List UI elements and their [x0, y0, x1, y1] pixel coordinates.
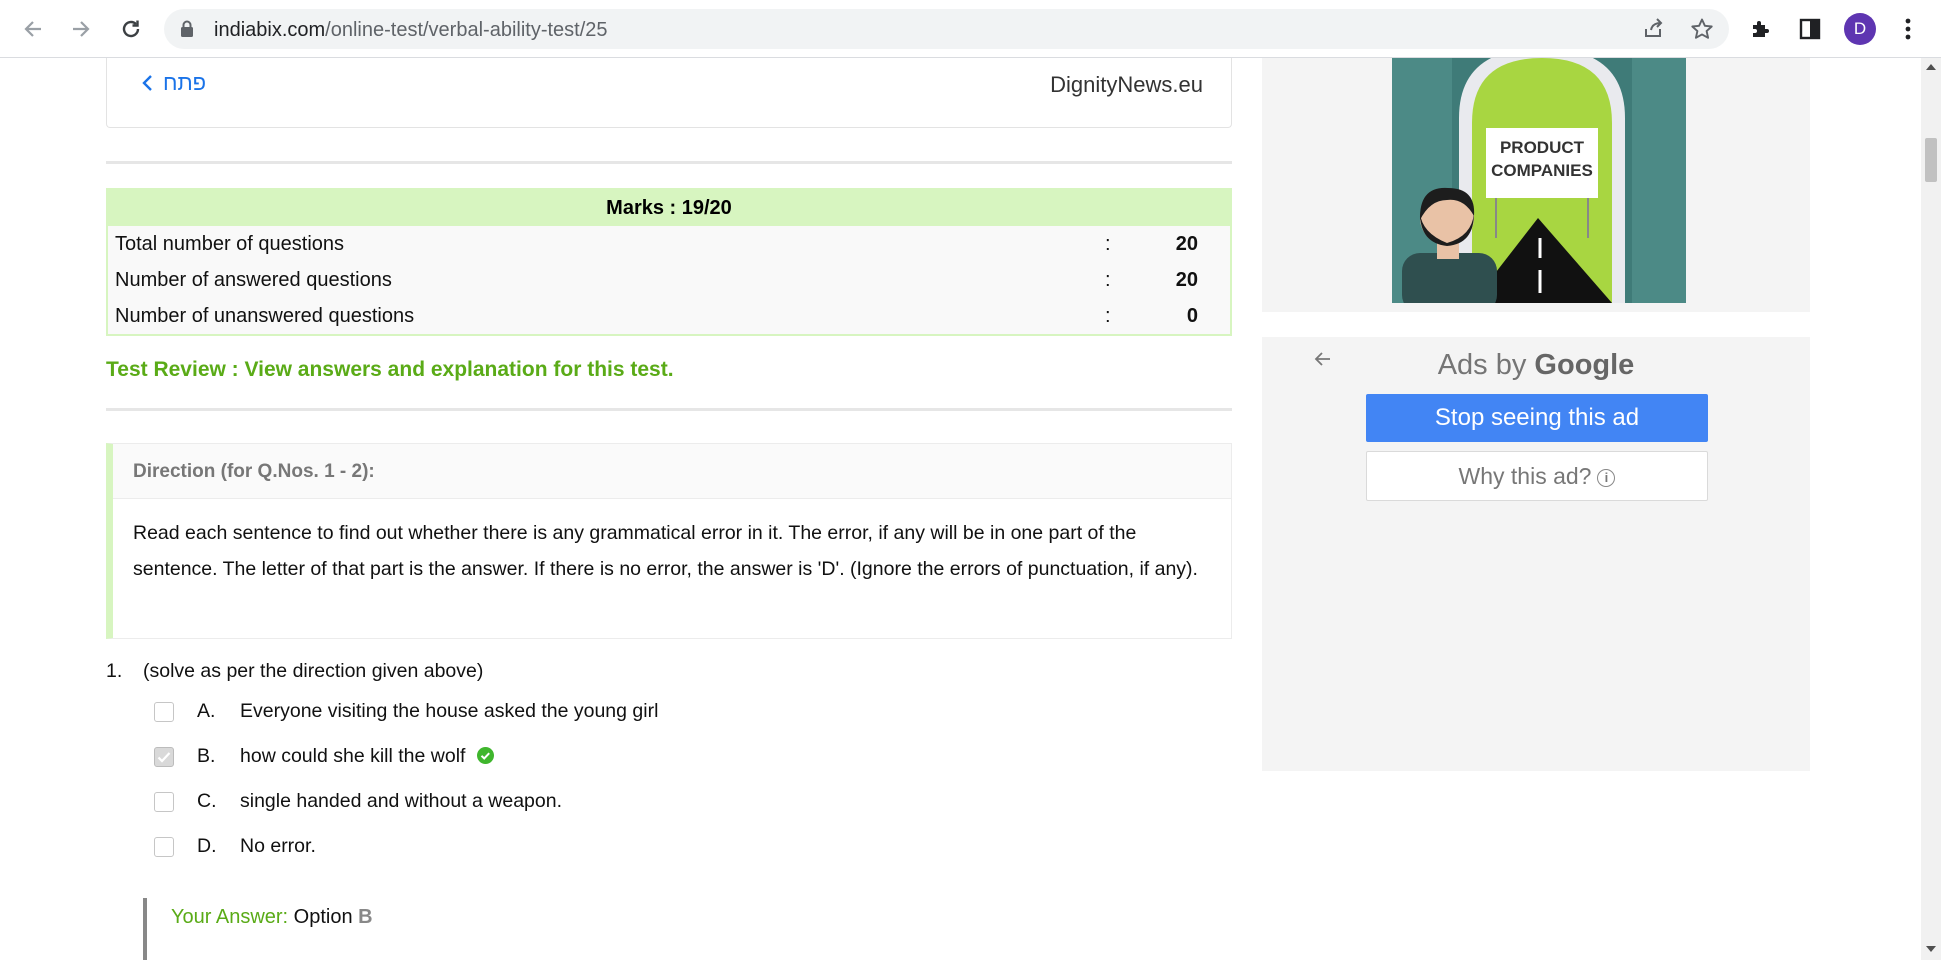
ad-image-text-2: COMPANIES: [1491, 161, 1593, 180]
back-arrow-icon: [24, 21, 41, 37]
divider: [106, 161, 1232, 164]
marks-heading: Marks : 19/20: [108, 190, 1230, 226]
browser-menu-button[interactable]: [1893, 14, 1923, 44]
your-answer-option: B: [358, 906, 373, 928]
ad-brand[interactable]: DignityNews.eu: [1050, 72, 1203, 98]
browser-toolbar: indiabix.com/online-test/verbal-ability-…: [0, 0, 1941, 58]
stop-seeing-ad-button[interactable]: Stop seeing this ad: [1366, 394, 1708, 442]
option-checkbox-checked[interactable]: [154, 747, 174, 767]
ads-by-google-label: Ads by Google: [1262, 349, 1810, 382]
lock-icon: [180, 20, 194, 43]
page-scrollbar[interactable]: [1921, 58, 1941, 960]
marks-row-colon: :: [1105, 269, 1111, 291]
correct-check-icon: [477, 747, 495, 764]
marks-row-colon: :: [1105, 233, 1111, 255]
marks-summary-table: Marks : 19/20 Total number of questions …: [106, 188, 1232, 336]
scroll-up-arrow-icon[interactable]: [1926, 64, 1936, 70]
checkmark-icon: [157, 752, 171, 763]
back-button[interactable]: [16, 12, 50, 46]
marks-row-label: Number of answered questions: [115, 269, 392, 291]
option-letter: D.: [197, 835, 217, 857]
marks-row-label: Total number of questions: [115, 233, 345, 255]
test-review-link[interactable]: Test Review : View answers and explanati…: [106, 358, 674, 382]
marks-row-value: 20: [1175, 269, 1198, 291]
reload-button[interactable]: [114, 12, 148, 46]
ad-image[interactable]: PRODUCT COMPANIES: [1392, 58, 1686, 303]
your-answer-value: Option: [293, 906, 353, 928]
marks-row-value: 20: [1175, 233, 1198, 255]
profile-avatar[interactable]: D: [1844, 13, 1876, 45]
scroll-down-arrow-icon[interactable]: [1926, 946, 1936, 952]
question-text: (solve as per the direction given above): [143, 660, 484, 682]
ad-open-link[interactable]: פתח: [141, 70, 206, 96]
option-text: single handed and without a weapon.: [240, 790, 562, 812]
direction-title: Direction (for Q.Nos. 1 - 2):: [113, 444, 1231, 499]
top-ad-banner[interactable]: פתח DignityNews.eu: [106, 58, 1232, 128]
divider: [106, 408, 1232, 411]
reload-icon: [122, 20, 140, 38]
kebab-menu-icon: [1905, 18, 1911, 40]
extensions-button[interactable]: [1746, 14, 1776, 44]
option-letter: B.: [197, 745, 216, 767]
option-text: No error.: [240, 835, 316, 857]
option-checkbox[interactable]: [154, 702, 174, 722]
option-letter: A.: [197, 700, 216, 722]
why-this-ad-label: Why this ad?: [1458, 463, 1592, 489]
marks-row-label: Number of unanswered questions: [115, 305, 415, 327]
side-panel-icon: [1799, 18, 1821, 40]
ads-by-text: Ads by: [1437, 349, 1527, 381]
why-this-ad-button[interactable]: Why this ad? i: [1366, 451, 1708, 501]
google-logo-text: Google: [1534, 349, 1635, 381]
option-text-wrapper: how could she kill the wolf: [240, 745, 495, 768]
option-checkbox[interactable]: [154, 837, 174, 857]
url-path: /online-test/verbal-ability-test/25: [325, 19, 608, 41]
your-answer: Your Answer: Option B: [171, 906, 373, 929]
marks-row: Total number of questions : 20: [108, 226, 1230, 262]
ads-by-google-panel: Ads by Google Stop seeing this ad Why th…: [1262, 337, 1810, 771]
option-letter: C.: [197, 790, 217, 812]
ad-illustration: PRODUCT COMPANIES: [1392, 58, 1686, 303]
option-text: how could she kill the wolf: [240, 745, 466, 767]
direction-box: Direction (for Q.Nos. 1 - 2): Read each …: [106, 443, 1232, 639]
direction-text: Read each sentence to find out whether t…: [133, 522, 1198, 580]
ad-open-link-label: פתח: [163, 70, 207, 95]
your-answer-box: Your Answer: Option B: [143, 898, 743, 960]
forward-button[interactable]: [64, 12, 98, 46]
side-panel-button[interactable]: [1795, 14, 1825, 44]
marks-row: Number of unanswered questions : 0: [108, 298, 1230, 334]
your-answer-label: Your Answer:: [171, 906, 289, 928]
marks-row-colon: :: [1105, 305, 1111, 327]
page-viewport: פתח DignityNews.eu Marks : 19/20 Total n…: [0, 58, 1921, 960]
scrollbar-thumb[interactable]: [1925, 138, 1937, 182]
side-ad-panel: PRODUCT COMPANIES: [1262, 58, 1810, 312]
question-number: 1.: [106, 660, 123, 682]
url-text: indiabix.com/online-test/verbal-ability-…: [214, 19, 608, 42]
option-text: Everyone visiting the house asked the yo…: [240, 700, 659, 722]
marks-row: Number of answered questions : 20: [108, 262, 1230, 298]
forward-arrow-icon: [73, 21, 90, 37]
ad-image-text-1: PRODUCT: [1500, 138, 1585, 157]
info-icon: i: [1597, 469, 1616, 487]
chevron-left-icon: [142, 75, 152, 91]
address-bar[interactable]: indiabix.com/online-test/verbal-ability-…: [164, 9, 1729, 49]
puzzle-icon: [1753, 21, 1769, 37]
option-checkbox[interactable]: [154, 792, 174, 812]
url-host: indiabix.com: [214, 19, 326, 41]
marks-row-value: 0: [1186, 305, 1198, 327]
share-icon[interactable]: [1642, 17, 1666, 41]
bookmark-star-icon[interactable]: [1690, 17, 1714, 41]
